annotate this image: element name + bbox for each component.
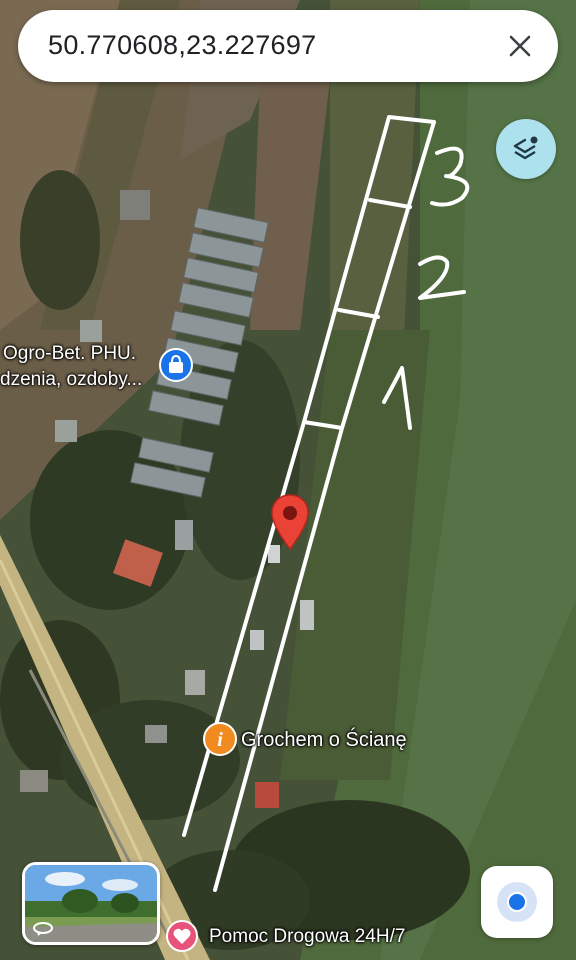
poi-ogro-bet-subtitle[interactable]: dzenia, ozdoby... <box>0 368 142 392</box>
poi-ogro-bet-name[interactable]: Ogro-Bet. PHU. <box>3 342 136 366</box>
search-input[interactable]: 50.770608,23.227697 <box>48 30 316 61</box>
info-icon[interactable]: i <box>202 721 238 757</box>
satellite-imagery <box>0 0 576 960</box>
poi-grochem-name[interactable]: Grochem o Ścianę <box>241 728 407 752</box>
layers-icon <box>513 136 538 160</box>
svg-text:i: i <box>217 729 223 751</box>
close-button[interactable] <box>498 24 542 68</box>
poi-pomoc-name[interactable]: Pomoc Drogowa 24H/7 <box>209 925 405 949</box>
my-location-button[interactable] <box>481 866 553 938</box>
heart-icon[interactable] <box>165 919 199 953</box>
street-view-thumbnail[interactable] <box>22 862 160 945</box>
map-pin-icon[interactable] <box>269 493 311 551</box>
rotate-360-icon <box>33 922 53 936</box>
satellite-map[interactable]: Ogro-Bet. PHU. dzenia, ozdoby... i Groch… <box>0 0 576 960</box>
my-location-icon <box>497 882 537 922</box>
layers-button[interactable] <box>496 119 556 179</box>
close-icon <box>509 35 531 57</box>
shopping-bag-icon[interactable] <box>158 347 194 383</box>
search-bar[interactable]: 50.770608,23.227697 <box>18 10 558 82</box>
